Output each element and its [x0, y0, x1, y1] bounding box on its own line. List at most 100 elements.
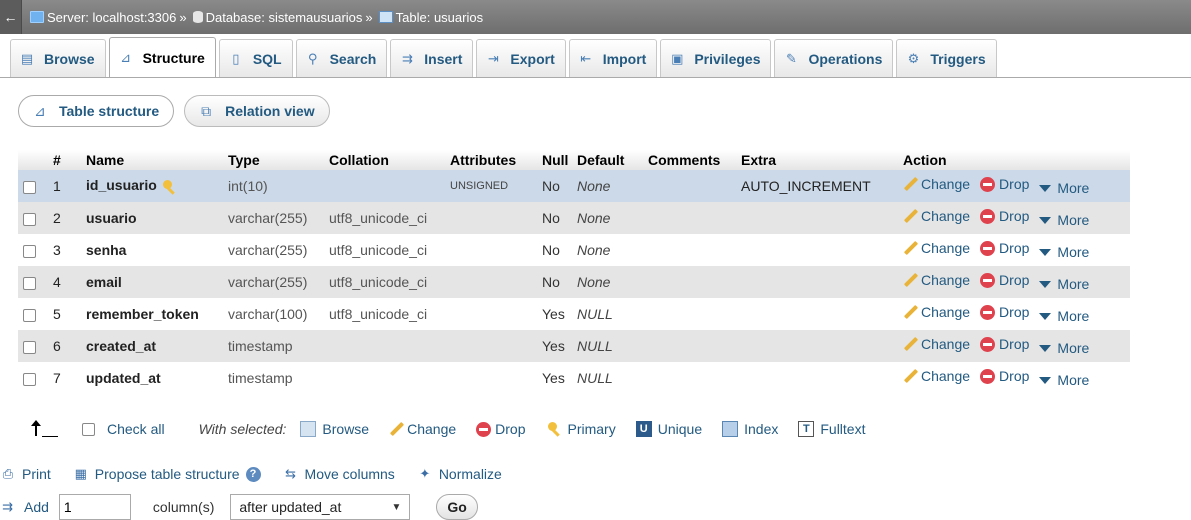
row-checkbox[interactable] — [23, 276, 36, 290]
change-button[interactable]: Change — [903, 336, 970, 352]
change-button[interactable]: Change — [903, 176, 970, 192]
row-checkbox[interactable] — [23, 244, 36, 258]
column-comments — [643, 266, 736, 298]
change-button[interactable]: Change — [903, 304, 970, 320]
bulk-browse-button[interactable]: Browse — [300, 421, 369, 437]
column-null: No — [537, 202, 572, 234]
row-number: 7 — [48, 362, 81, 394]
server-icon — [30, 11, 44, 23]
row-checkbox[interactable] — [23, 340, 36, 354]
drop-icon — [980, 176, 996, 192]
bulk-fulltext-button[interactable]: T Fulltext — [798, 421, 865, 437]
table-row[interactable]: 3 senha varchar(255) utf8_unicode_ci No None C… — [18, 234, 1130, 266]
column-extra — [736, 266, 898, 298]
tab-import[interactable]: ⇤ Import — [568, 39, 658, 77]
drop-button[interactable]: Drop — [980, 240, 1029, 256]
chevron-down-icon — [1039, 216, 1052, 224]
row-number: 2 — [48, 202, 81, 234]
tab-privileges[interactable]: ▣ Privileges — [660, 39, 772, 77]
table-row[interactable]: 1 id_usuario int(10) UNSIGNED No None AUTO_INC… — [18, 170, 1130, 202]
column-default: None — [572, 234, 643, 266]
table-row[interactable]: 2 usuario varchar(255) utf8_unicode_ci No Non… — [18, 202, 1130, 234]
change-button[interactable]: Change — [903, 272, 970, 288]
column-comments — [643, 170, 736, 202]
column-name: senha — [86, 242, 127, 258]
change-button[interactable]: Change — [903, 208, 970, 224]
normalize-link[interactable]: ✦ Normalize — [417, 466, 501, 482]
tab-export[interactable]: ⇥ Export — [476, 39, 566, 77]
tab-operations[interactable]: ✎ Operations — [774, 39, 894, 77]
pencil-icon — [389, 422, 404, 437]
breadcrumb-server[interactable]: Server: localhost:3306 — [30, 10, 176, 25]
back-arrow-icon[interactable]: ← — [0, 0, 22, 34]
drop-button[interactable]: Drop — [980, 368, 1029, 384]
change-button[interactable]: Change — [903, 240, 970, 256]
table-row[interactable]: 5 remember_token varchar(100) utf8_unicode_… — [18, 298, 1130, 330]
column-count-input[interactable] — [58, 494, 131, 520]
row-checkbox[interactable] — [23, 180, 36, 194]
pencil-icon — [903, 273, 918, 288]
breadcrumb-database[interactable]: Database: sistemausuarios — [192, 10, 362, 25]
row-checkbox[interactable] — [23, 212, 36, 226]
more-button[interactable]: More — [1039, 276, 1089, 292]
drop-button[interactable]: Drop — [980, 336, 1029, 352]
column-position-select[interactable]: after updated_at ▼ — [230, 494, 411, 520]
drop-icon — [980, 272, 996, 288]
table-row[interactable]: 6 created_at timestamp Yes NULL Change Drop Mor… — [18, 330, 1130, 362]
column-default: NULL — [572, 330, 643, 362]
tab-search[interactable]: ⚲ Search — [295, 39, 388, 77]
check-all-checkbox[interactable] — [82, 422, 95, 436]
tab-browse[interactable]: ▤ Browse — [10, 39, 106, 77]
printer-icon: ⎙ — [2, 466, 14, 481]
table-row[interactable]: 4 email varchar(255) utf8_unicode_ci No None C… — [18, 266, 1130, 298]
more-button[interactable]: More — [1039, 212, 1089, 228]
print-link[interactable]: ⎙ Print — [0, 466, 51, 482]
row-checkbox[interactable] — [23, 308, 36, 322]
bulk-unique-button[interactable]: U Unique — [635, 421, 702, 437]
bulk-change-button[interactable]: Change — [389, 421, 456, 437]
pencil-icon — [903, 305, 918, 320]
more-button[interactable]: More — [1039, 340, 1089, 356]
bulk-index-button[interactable]: Index — [722, 421, 778, 437]
relation-view-icon: ⧉ — [201, 102, 212, 119]
go-button[interactable]: Go — [436, 494, 478, 520]
column-attributes — [445, 298, 537, 330]
column-name: email — [86, 274, 122, 290]
tab-triggers[interactable]: ⚙ Triggers — [896, 39, 997, 77]
bulk-actions-bar: Check all With selected: Browse Change D… — [30, 420, 885, 438]
check-all-label[interactable]: Check all — [107, 421, 165, 437]
propose-structure-link[interactable]: ▦ Propose table structure? — [73, 466, 261, 482]
col-header-name: Name — [81, 150, 223, 170]
bulk-drop-button[interactable]: Drop — [476, 421, 526, 437]
browse-icon: ▤ — [20, 50, 34, 66]
bulk-primary-button[interactable]: Primary — [546, 421, 616, 437]
column-null: Yes — [537, 362, 572, 394]
breadcrumb-table[interactable]: Table: usuarios — [378, 10, 483, 25]
subtab-table-structure[interactable]: ⊿ Table structure — [18, 95, 175, 127]
drop-button[interactable]: Drop — [980, 304, 1029, 320]
drop-icon — [980, 336, 996, 352]
pencil-icon — [903, 337, 918, 352]
column-comments — [643, 234, 736, 266]
column-attributes — [445, 234, 537, 266]
more-button[interactable]: More — [1039, 372, 1089, 388]
tab-structure[interactable]: ⊿ Structure — [108, 37, 216, 77]
column-null: Yes — [537, 298, 572, 330]
tab-insert[interactable]: ⇉ Insert — [390, 39, 474, 77]
table-row[interactable]: 7 updated_at timestamp Yes NULL Change Drop Mor… — [18, 362, 1130, 394]
more-button[interactable]: More — [1039, 244, 1089, 260]
tab-sql[interactable]: ▯ SQL — [218, 39, 293, 77]
row-checkbox[interactable] — [23, 372, 36, 386]
drop-button[interactable]: Drop — [980, 176, 1029, 192]
column-extra — [736, 202, 898, 234]
structure-links: ⎙ Print ▦ Propose table structure? ⇆ Move c… — [0, 466, 524, 482]
subtab-relation-view[interactable]: ⧉ Relation view — [184, 95, 330, 127]
column-attributes: UNSIGNED — [445, 170, 537, 202]
more-button[interactable]: More — [1039, 180, 1089, 196]
drop-button[interactable]: Drop — [980, 272, 1029, 288]
help-icon[interactable]: ? — [245, 466, 261, 482]
change-button[interactable]: Change — [903, 368, 970, 384]
more-button[interactable]: More — [1039, 308, 1089, 324]
drop-button[interactable]: Drop — [980, 208, 1029, 224]
move-columns-link[interactable]: ⇆ Move columns — [283, 466, 395, 482]
